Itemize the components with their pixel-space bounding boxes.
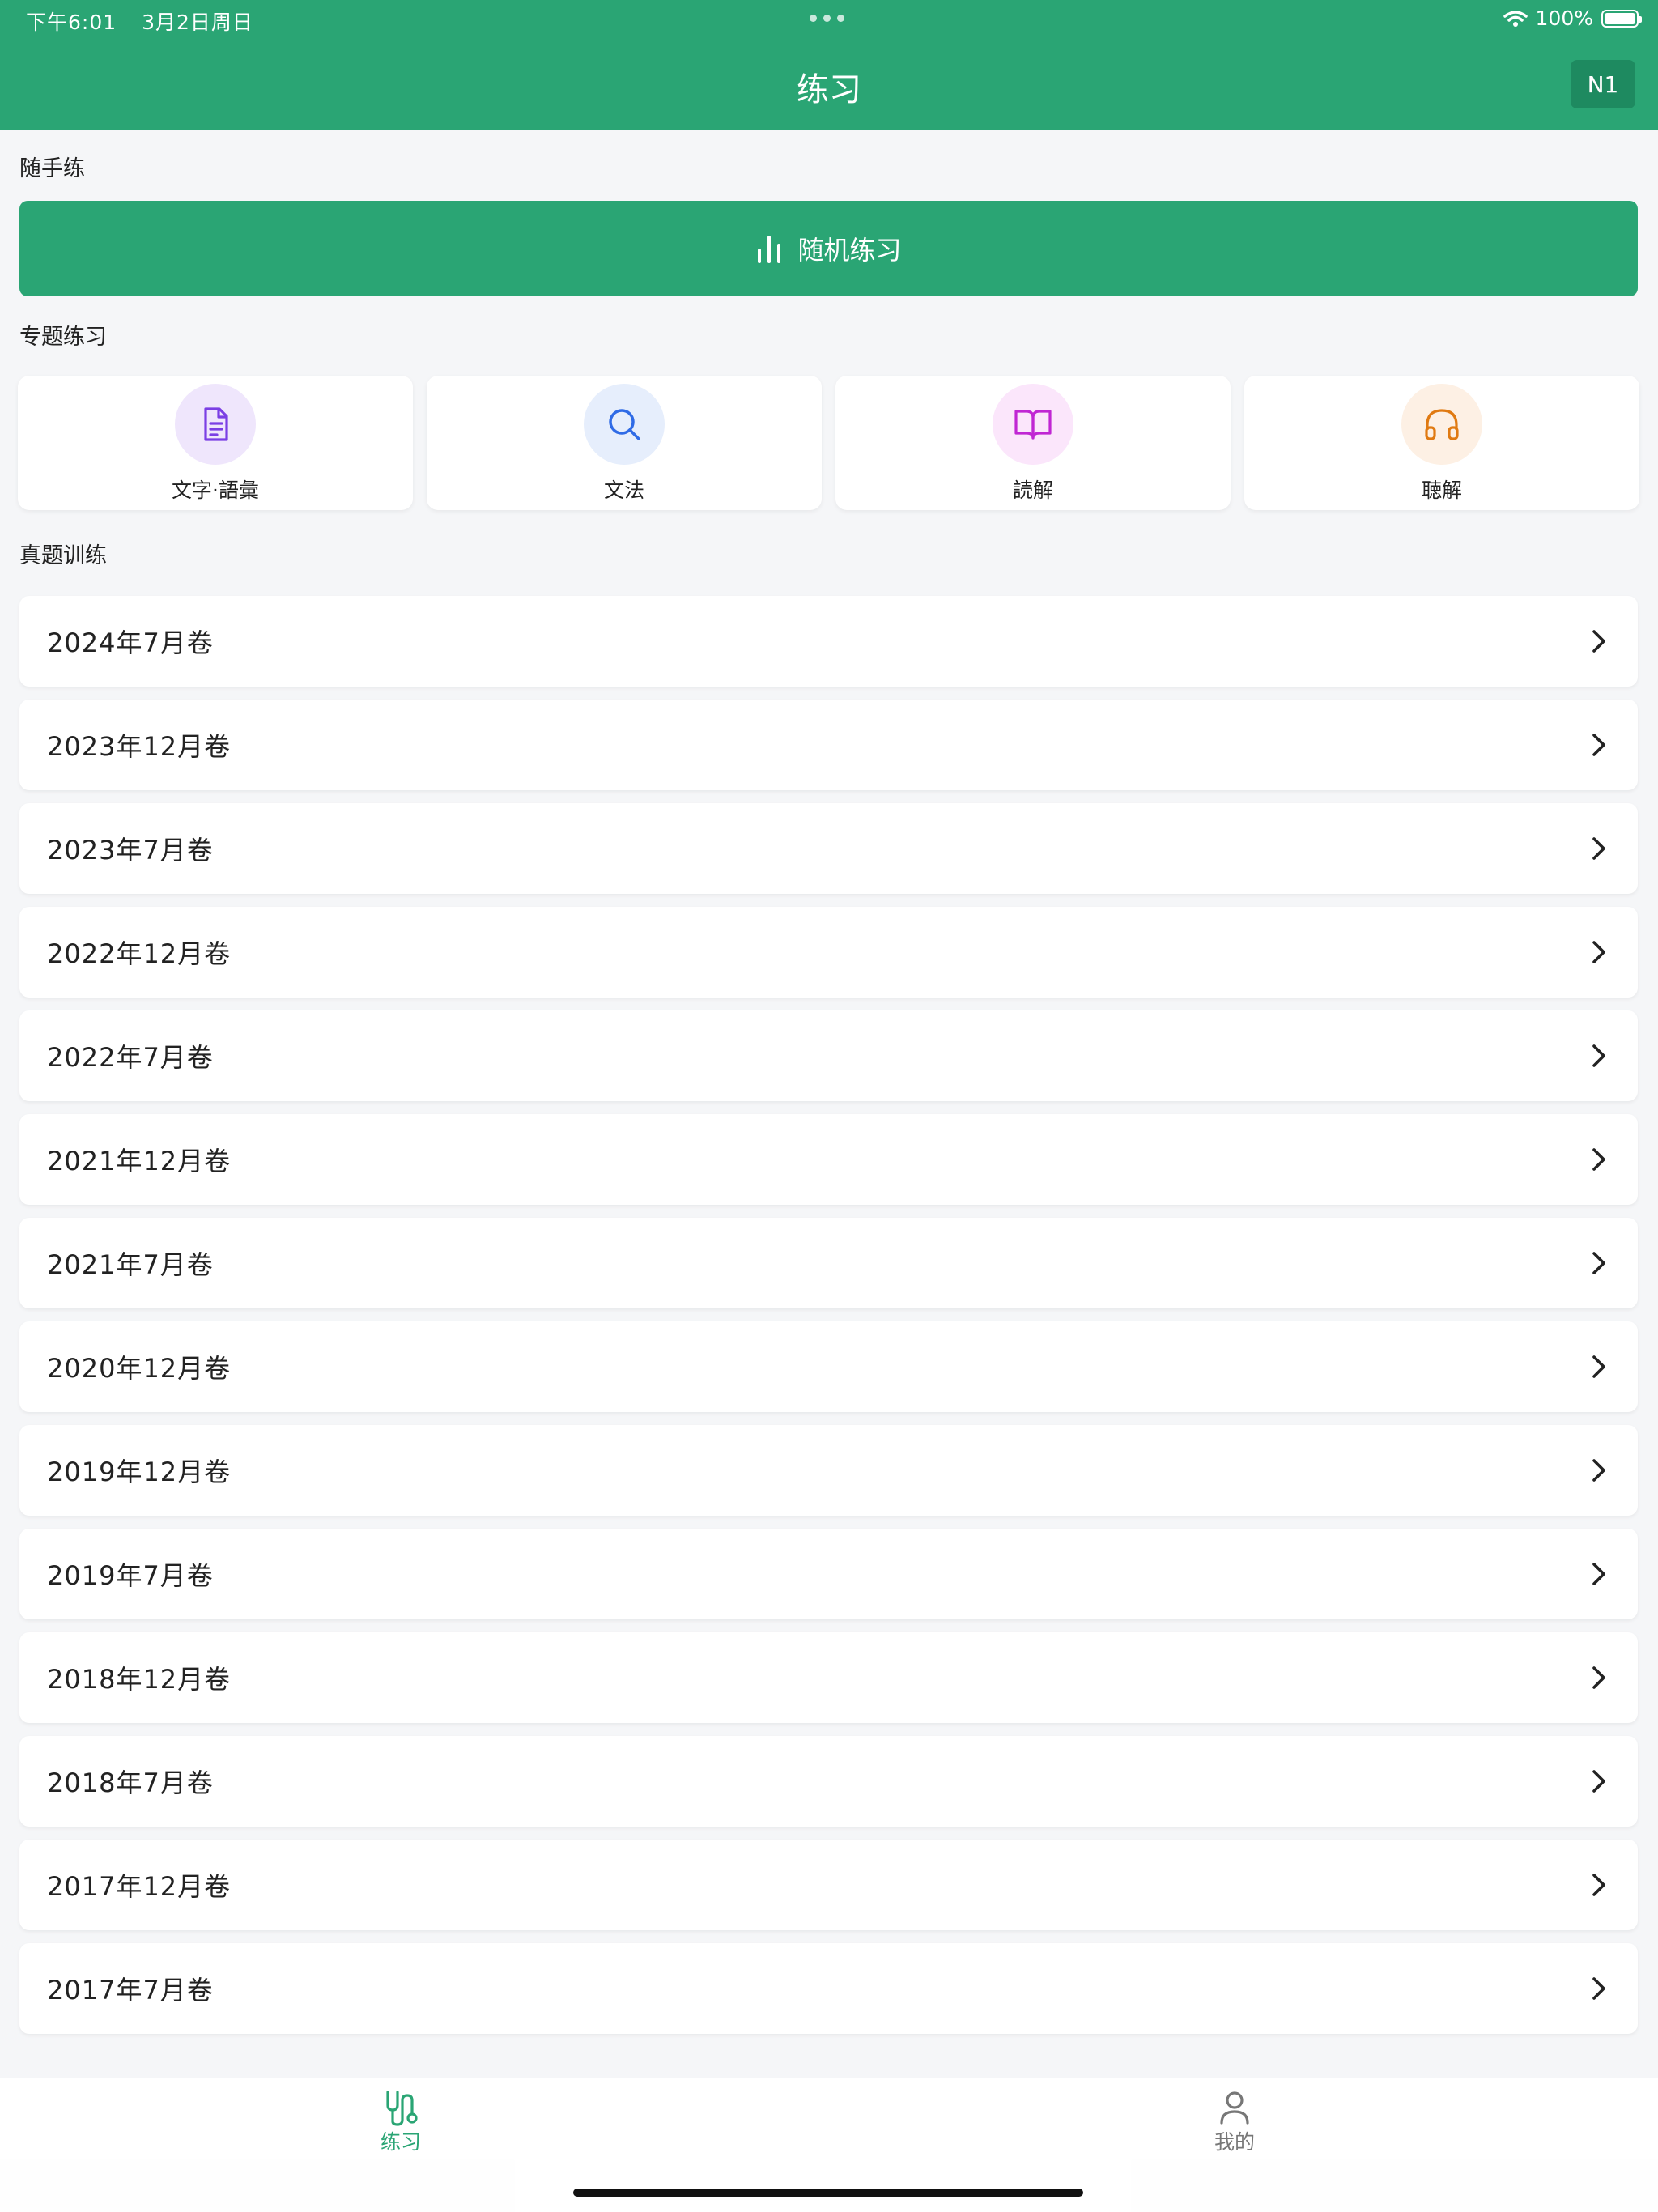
exam-list: 2024年7月卷 2023年12月卷 2023年7月卷 2022年12月卷 2022年7…: [19, 596, 1638, 2047]
headphones-icon: [1401, 384, 1482, 465]
header-bar: 下午6:01 3月2日周日 100% 练习 N1: [0, 0, 1658, 130]
random-practice-button[interactable]: 随机练习: [19, 201, 1638, 296]
chevron-right-icon: [1592, 734, 1605, 756]
battery-icon: [1601, 9, 1642, 28]
practice-icon: [386, 2091, 418, 2126]
page-title: 练习: [797, 71, 861, 108]
topic-card-grammar[interactable]: 文法: [427, 376, 822, 510]
status-bar-left: 下午6:01 3月2日周日: [26, 6, 271, 36]
exam-paper-label: 2021年12月卷: [47, 1146, 232, 1176]
topic-grid: 文字·語彙 文法 読解 聴解: [18, 376, 1639, 510]
exam-paper-row[interactable]: 2018年7月卷: [19, 1736, 1638, 1827]
exam-paper-row[interactable]: 2020年12月卷: [19, 1321, 1638, 1412]
chevron-right-icon: [1592, 1874, 1605, 1896]
exam-paper-row[interactable]: 2017年12月卷: [19, 1840, 1638, 1930]
exam-paper-row[interactable]: 2019年12月卷: [19, 1425, 1638, 1516]
status-time: 下午6:01: [26, 11, 117, 34]
chevron-right-icon: [1592, 837, 1605, 860]
exam-paper-label: 2021年7月卷: [47, 1249, 214, 1280]
topic-label: 読解: [1012, 479, 1053, 502]
exam-paper-label: 2019年7月卷: [47, 1560, 214, 1591]
exam-paper-label: 2023年7月卷: [47, 835, 214, 866]
exam-paper-label: 2017年7月卷: [47, 1975, 214, 2006]
chevron-right-icon: [1592, 1563, 1605, 1585]
document-icon: [175, 384, 256, 465]
tab-mine[interactable]: 我的: [1214, 2089, 1255, 2155]
chevron-right-icon: [1592, 1770, 1605, 1793]
exam-paper-row[interactable]: 2021年7月卷: [19, 1218, 1638, 1308]
chevron-right-icon: [1592, 1977, 1605, 2000]
multitasking-dots[interactable]: [810, 15, 844, 22]
level-selector-button[interactable]: N1: [1571, 60, 1635, 108]
chevron-right-icon: [1592, 1044, 1605, 1067]
exam-paper-row[interactable]: 2022年7月卷: [19, 1010, 1638, 1101]
status-date: 3月2日周日: [142, 11, 253, 34]
home-indicator: [573, 2189, 1083, 2197]
wifi-icon: [1503, 10, 1528, 27]
chevron-right-icon: [1592, 1148, 1605, 1171]
topic-label: 聴解: [1421, 479, 1462, 502]
chevron-right-icon: [1592, 1355, 1605, 1378]
exam-paper-label: 2018年7月卷: [47, 1767, 214, 1798]
exam-paper-row[interactable]: 2019年7月卷: [19, 1529, 1638, 1619]
topic-card-vocabulary[interactable]: 文字·語彙: [18, 376, 413, 510]
exam-paper-label: 2020年12月卷: [47, 1353, 232, 1384]
section-label-topics: 专题练习: [19, 325, 107, 350]
book-icon: [993, 384, 1073, 465]
chevron-right-icon: [1592, 630, 1605, 653]
random-practice-label: 随机练习: [797, 235, 902, 266]
exam-paper-row[interactable]: 2022年12月卷: [19, 907, 1638, 998]
bar-chart-icon: [758, 236, 781, 263]
section-label-random: 随手练: [19, 156, 85, 181]
topic-label: 文字·語彙: [172, 479, 259, 502]
chevron-right-icon: [1592, 1252, 1605, 1274]
topic-card-listening[interactable]: 聴解: [1244, 376, 1639, 510]
chevron-right-icon: [1592, 1666, 1605, 1689]
tab-mine-label: 我的: [1214, 2130, 1256, 2154]
battery-percent: 100%: [1535, 6, 1593, 30]
exam-paper-label: 2018年12月卷: [47, 1664, 232, 1695]
exam-paper-row[interactable]: 2023年12月卷: [19, 700, 1638, 790]
exam-paper-label: 2022年12月卷: [47, 938, 232, 969]
search-icon: [584, 384, 665, 465]
topic-label: 文法: [603, 479, 644, 502]
exam-paper-row[interactable]: 2023年7月卷: [19, 803, 1638, 894]
topic-card-reading[interactable]: 読解: [835, 376, 1231, 510]
chevron-right-icon: [1592, 1459, 1605, 1482]
tab-practice[interactable]: 练习: [380, 2089, 421, 2155]
exam-paper-row[interactable]: 2018年12月卷: [19, 1632, 1638, 1723]
exam-paper-label: 2019年12月卷: [47, 1457, 232, 1487]
chevron-right-icon: [1592, 941, 1605, 963]
exam-paper-label: 2022年7月卷: [47, 1042, 214, 1073]
exam-paper-row[interactable]: 2017年7月卷: [19, 1943, 1638, 2034]
tab-practice-label: 练习: [380, 2130, 422, 2154]
exam-paper-row[interactable]: 2021年12月卷: [19, 1114, 1638, 1205]
exam-paper-row[interactable]: 2024年7月卷: [19, 596, 1638, 687]
status-bar-right: 100%: [1503, 6, 1642, 30]
user-icon: [1220, 2091, 1249, 2125]
section-label-exams: 真题训练: [19, 543, 107, 568]
exam-paper-label: 2023年12月卷: [47, 731, 232, 762]
exam-paper-label: 2024年7月卷: [47, 627, 214, 658]
exam-paper-label: 2017年12月卷: [47, 1871, 232, 1902]
